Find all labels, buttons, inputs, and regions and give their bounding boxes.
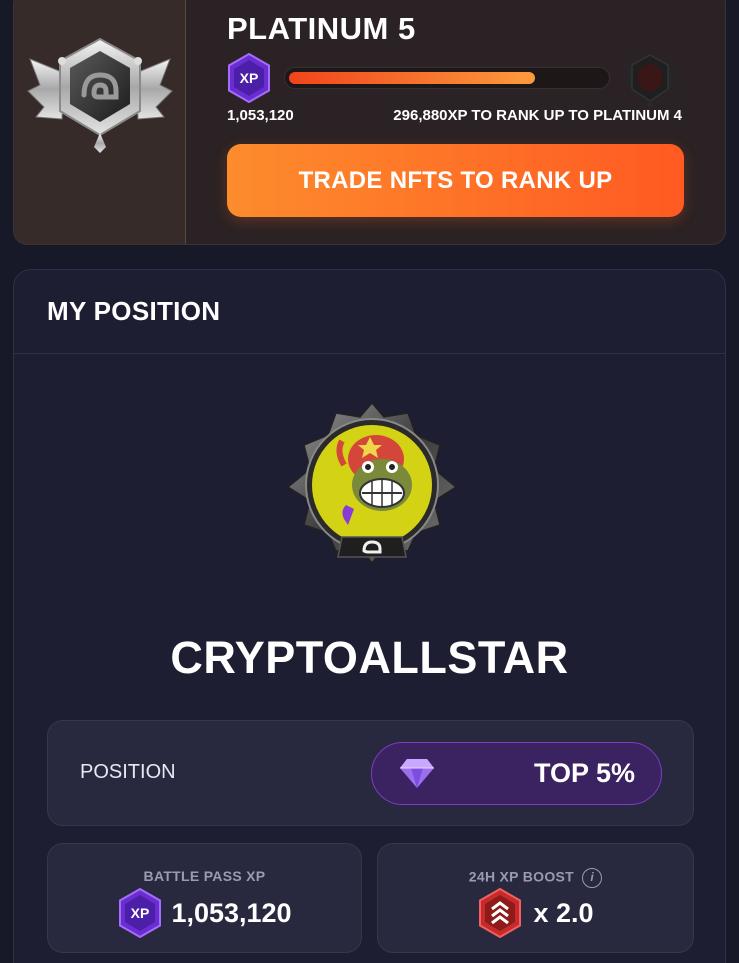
xp-current-value: 1,053,120 bbox=[227, 107, 294, 124]
rank-card: PLATINUM 5 XP 1,053,120 296,880XP TO RAN… bbox=[13, 0, 726, 245]
battle-pass-xp-value: 1,053,120 bbox=[171, 897, 292, 928]
xp-badge-text: XP bbox=[240, 70, 259, 86]
avatar bbox=[286, 401, 458, 565]
info-icon[interactable]: i bbox=[582, 868, 603, 888]
position-label: POSITION bbox=[80, 761, 176, 783]
boost-label: 24H XP BOOST bbox=[468, 868, 575, 885]
rank-badge-panel bbox=[14, 0, 186, 244]
position-value: TOP 5% bbox=[533, 758, 635, 788]
rank-progress-fill bbox=[289, 72, 535, 84]
battle-pass-value-row: XP 1,053,120 bbox=[48, 888, 361, 938]
next-rank-badge-icon bbox=[624, 54, 676, 107]
platinum-rank-badge-icon bbox=[27, 37, 173, 153]
xp-badge-text: XP bbox=[131, 905, 150, 921]
boost-chevrons-icon bbox=[479, 888, 522, 938]
xp-badge-icon: XP bbox=[119, 888, 162, 938]
xp-badge-icon: XP bbox=[228, 53, 270, 103]
my-position-card: MY POSITION CRYPTOALLSTAR POSITION TOP 5… bbox=[13, 269, 726, 963]
username: CRYPTOALLSTAR bbox=[170, 632, 569, 683]
xp-boost-box: 24H XP BOOST i x 2.0 bbox=[377, 843, 694, 953]
position-row: POSITION TOP 5% bbox=[47, 720, 694, 826]
rank-progress-bar bbox=[284, 67, 610, 89]
rank-title: PLATINUM 5 bbox=[227, 11, 416, 46]
position-rank-pill: TOP 5% bbox=[371, 742, 662, 805]
boost-value: x 2.0 bbox=[533, 897, 594, 928]
position-header-title: MY POSITION bbox=[47, 296, 221, 326]
trade-nfts-button[interactable]: TRADE NFTS TO RANK UP bbox=[227, 144, 684, 217]
position-header: MY POSITION bbox=[14, 270, 725, 354]
diamond-icon bbox=[400, 759, 434, 788]
boost-label-row: 24H XP BOOST i bbox=[378, 868, 693, 888]
battle-pass-xp-box: BATTLE PASS XP XP 1,053,120 bbox=[47, 843, 362, 953]
battle-pass-label: BATTLE PASS XP bbox=[143, 868, 266, 884]
xp-to-rank-text: 296,880XP TO RANK UP TO PLATINUM 4 bbox=[393, 107, 682, 124]
boost-value-row: x 2.0 bbox=[378, 888, 693, 938]
